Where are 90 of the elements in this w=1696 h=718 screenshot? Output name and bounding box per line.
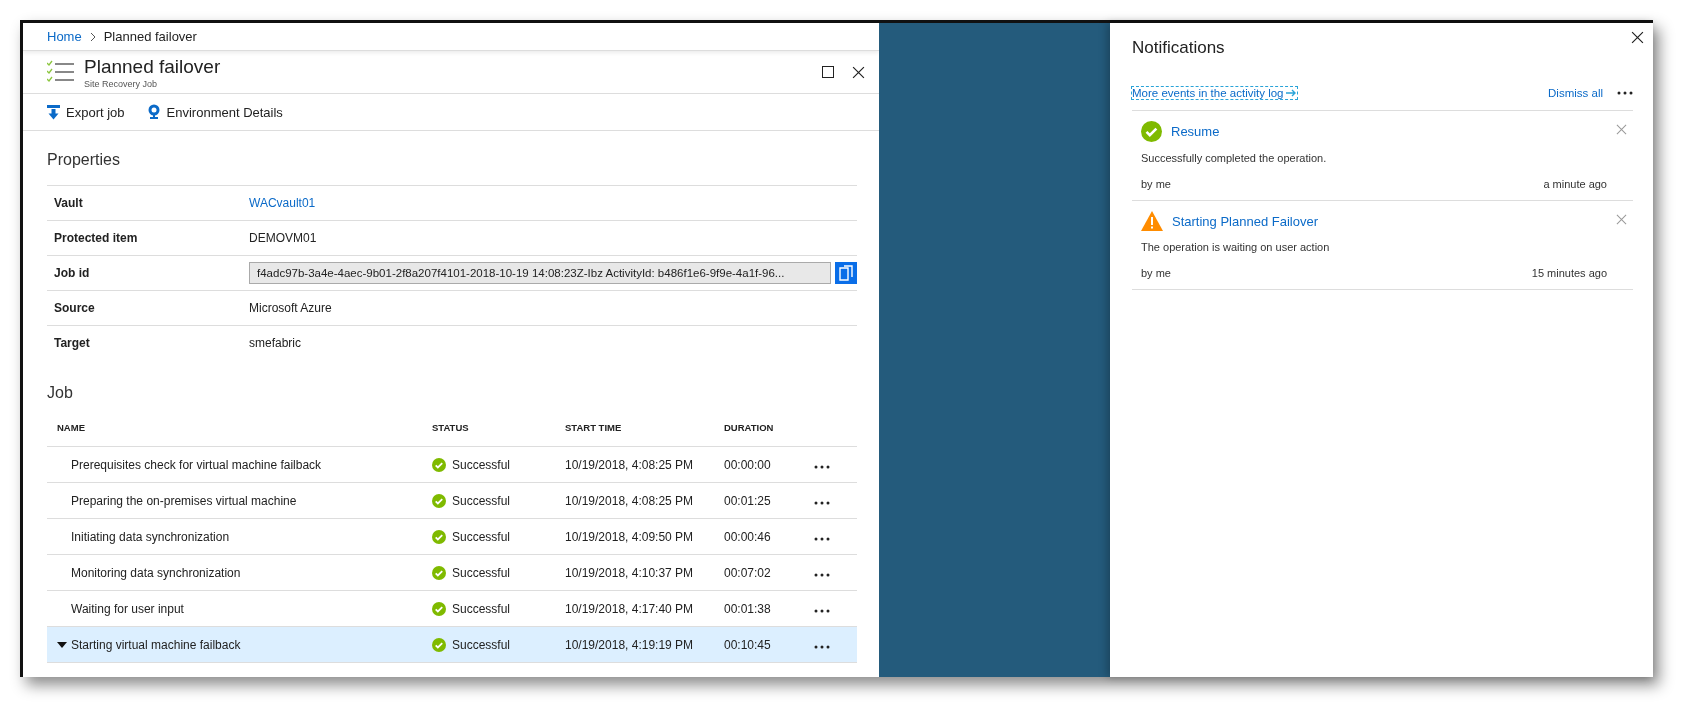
dismiss-all-link[interactable]: Dismiss all — [1548, 87, 1603, 99]
download-icon — [47, 104, 60, 120]
blade-title: Planned failover — [84, 55, 222, 78]
success-icon — [432, 637, 446, 652]
property-value: Microsoft Azure — [249, 301, 332, 315]
dismiss-icon[interactable] — [1616, 214, 1627, 225]
breadcrumb-link[interactable]: Home — [47, 29, 82, 44]
job-name: Monitoring data synchronization — [71, 565, 241, 580]
column-header[interactable]: STATUS — [432, 421, 565, 433]
status-text: Successful — [452, 601, 511, 616]
arrow-icon — [1285, 89, 1297, 97]
breadcrumb-current: Planned failover — [103, 29, 197, 44]
job-name: Waiting for user input — [71, 601, 184, 616]
start-time: 10/19/2018, 4:17:40 PM — [565, 601, 695, 616]
success-icon — [432, 457, 446, 472]
success-icon — [432, 493, 446, 508]
more-icon[interactable] — [814, 644, 830, 649]
more-icon[interactable] — [1617, 91, 1633, 95]
section-heading: Job — [47, 384, 74, 402]
blade-subtitle: Site Recovery Job — [84, 78, 159, 89]
notification-author: by me — [1141, 267, 1171, 279]
column-header[interactable]: NAME — [47, 421, 432, 433]
property-value: smefabric — [249, 336, 301, 350]
caret-icon[interactable] — [57, 641, 67, 648]
more-icon[interactable] — [814, 500, 830, 505]
maximize-icon[interactable] — [822, 66, 834, 78]
property-label: Vault — [53, 196, 84, 210]
job-name: Prerequisites check for virtual machine failback — [71, 457, 322, 472]
job-id-field[interactable]: f4adc97b-3a4e-4aec-9b01-2f8a207f4101-2018-10-19 14:08:23Z-Ibz ActivityId: b486f1e6-9f9e-4a1f-96... — [249, 262, 831, 284]
notification-title[interactable]: Resume — [1171, 124, 1220, 139]
job-row[interactable]: Monitoring data synchronization Successful 10/19/2018, 4:10:37 PM 00:07:02 — [47, 555, 857, 591]
start-time: 10/19/2018, 4:08:25 PM — [565, 457, 695, 472]
duration: 00:10:45 — [724, 637, 772, 652]
duration: 00:00:00 — [724, 457, 772, 472]
activity-log-link[interactable]: More events in the activity log — [1132, 87, 1297, 99]
property-value: DEMOVM01 — [249, 231, 317, 245]
job-name: Starting virtual machine failback — [71, 637, 241, 652]
column-header[interactable]: START TIME — [565, 421, 724, 433]
notification-time: a minute ago — [1543, 178, 1607, 190]
start-time: 10/19/2018, 4:10:37 PM — [565, 565, 695, 580]
property-label: Source — [53, 301, 96, 315]
job-name: Initiating data synchronization — [71, 529, 230, 544]
notification-title[interactable]: Starting Planned Failover — [1172, 213, 1318, 229]
job-row[interactable]: Starting virtual machine failback Successful 10/19/2018, 4:19:19 PM 00:10:45 — [47, 627, 857, 663]
start-time: 10/19/2018, 4:08:25 PM — [565, 493, 695, 508]
start-time: 10/19/2018, 4:09:50 PM — [565, 529, 695, 544]
close-icon[interactable] — [1631, 31, 1644, 44]
notification-author: by me — [1141, 178, 1171, 190]
job-row[interactable]: Prerequisites check for virtual machine failback Successful 10/19/2018, 4:08:25 PM 00:00:00 — [47, 447, 857, 483]
section-heading: Properties — [47, 151, 121, 169]
notification-time: 15 minutes ago — [1531, 267, 1607, 279]
duration: 00:01:25 — [724, 493, 772, 508]
job-row[interactable]: Initiating data synchronization Successful 10/19/2018, 4:09:50 PM 00:00:46 — [47, 519, 857, 555]
notification-message: Successfully completed the operation. — [1141, 152, 1328, 164]
copy-icon — [839, 265, 853, 281]
more-icon[interactable] — [814, 608, 830, 613]
status-text: Successful — [452, 529, 511, 544]
success-icon — [432, 565, 446, 580]
more-icon[interactable] — [814, 464, 830, 469]
job-name: Preparing the on-premises virtual machine — [71, 493, 297, 508]
status-text: Successful — [452, 637, 511, 652]
close-icon[interactable] — [852, 65, 865, 79]
copy-button[interactable] — [835, 262, 857, 284]
duration: 00:00:46 — [724, 529, 772, 544]
property-label: Target — [53, 336, 91, 350]
more-icon[interactable] — [814, 572, 830, 577]
panel-title: Notifications — [1132, 38, 1226, 58]
notification-message: The operation is waiting on user action — [1141, 241, 1331, 253]
duration: 00:07:02 — [724, 565, 772, 580]
property-label: Job id — [53, 266, 91, 280]
toolbar-button[interactable]: Export job — [47, 104, 125, 120]
column-header[interactable]: DURATION — [724, 421, 814, 433]
toolbar-button[interactable]: Environment Details — [146, 104, 283, 120]
globe-icon — [146, 104, 161, 120]
status-text: Successful — [452, 493, 511, 508]
success-icon — [432, 601, 446, 616]
job-row[interactable]: Preparing the on-premises virtual machine Successful 10/19/2018, 4:08:25 PM 00:01:25 — [47, 483, 857, 519]
success-icon — [1141, 121, 1162, 142]
duration: 00:01:38 — [724, 601, 772, 616]
checklist-icon — [47, 60, 74, 84]
dismiss-icon[interactable] — [1616, 124, 1627, 135]
vault-link[interactable]: WACvault01 — [249, 196, 316, 210]
success-icon — [432, 529, 446, 544]
property-label: Protected item — [53, 231, 139, 245]
more-icon[interactable] — [814, 536, 830, 541]
warning-icon — [1141, 211, 1163, 231]
start-time: 10/19/2018, 4:19:19 PM — [565, 637, 695, 652]
status-text: Successful — [452, 457, 511, 472]
chevron-icon — [89, 31, 96, 42]
status-text: Successful — [452, 565, 511, 580]
